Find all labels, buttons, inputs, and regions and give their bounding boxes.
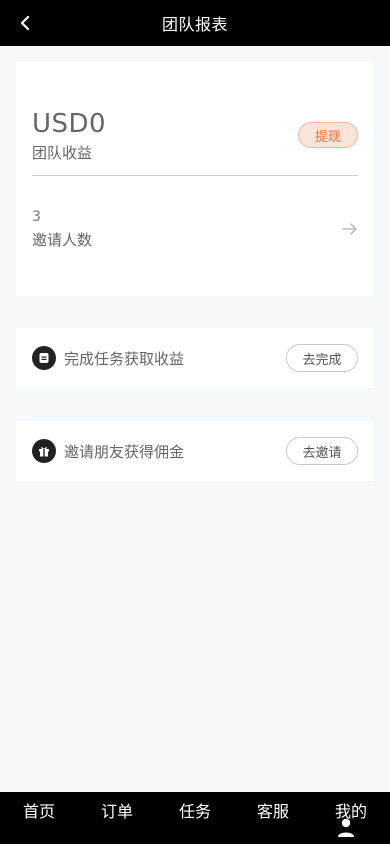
back-button[interactable]: [16, 14, 34, 32]
invite-friends-text: 邀请朋友获得佣金: [64, 443, 185, 461]
gift-icon: [32, 439, 56, 463]
team-earnings-amount: USD0: [32, 109, 107, 139]
complete-task-card: 完成任务获取收益 去完成: [16, 328, 374, 388]
invite-count-value: 3: [32, 209, 41, 225]
arrow-right-icon[interactable]: [341, 220, 359, 238]
nav-customer-service[interactable]: 客服: [243, 798, 303, 822]
team-summary-card: USD0 团队收益 提现 3 邀请人数: [16, 62, 374, 296]
bottom-nav: 首页 订单 任务 客服 我的: [0, 792, 390, 844]
go-complete-button[interactable]: 去完成: [286, 344, 358, 372]
divider: [32, 175, 358, 176]
invite-count-label: 邀请人数: [32, 231, 93, 249]
go-invite-button[interactable]: 去邀请: [286, 437, 358, 465]
nav-orders[interactable]: 订单: [87, 798, 147, 822]
top-bar: 团队报表: [0, 0, 390, 46]
user-icon[interactable]: [337, 818, 355, 838]
complete-task-text: 完成任务获取收益: [64, 350, 185, 368]
nav-home[interactable]: 首页: [9, 798, 69, 822]
chevron-left-icon: [20, 15, 30, 31]
team-earnings-label: 团队收益: [32, 144, 93, 162]
invite-friends-card: 邀请朋友获得佣金 去邀请: [16, 421, 374, 481]
withdraw-button[interactable]: 提现: [298, 122, 358, 148]
document-icon: [32, 346, 56, 370]
nav-tasks[interactable]: 任务: [165, 798, 225, 822]
page-title: 团队报表: [161, 15, 228, 34]
